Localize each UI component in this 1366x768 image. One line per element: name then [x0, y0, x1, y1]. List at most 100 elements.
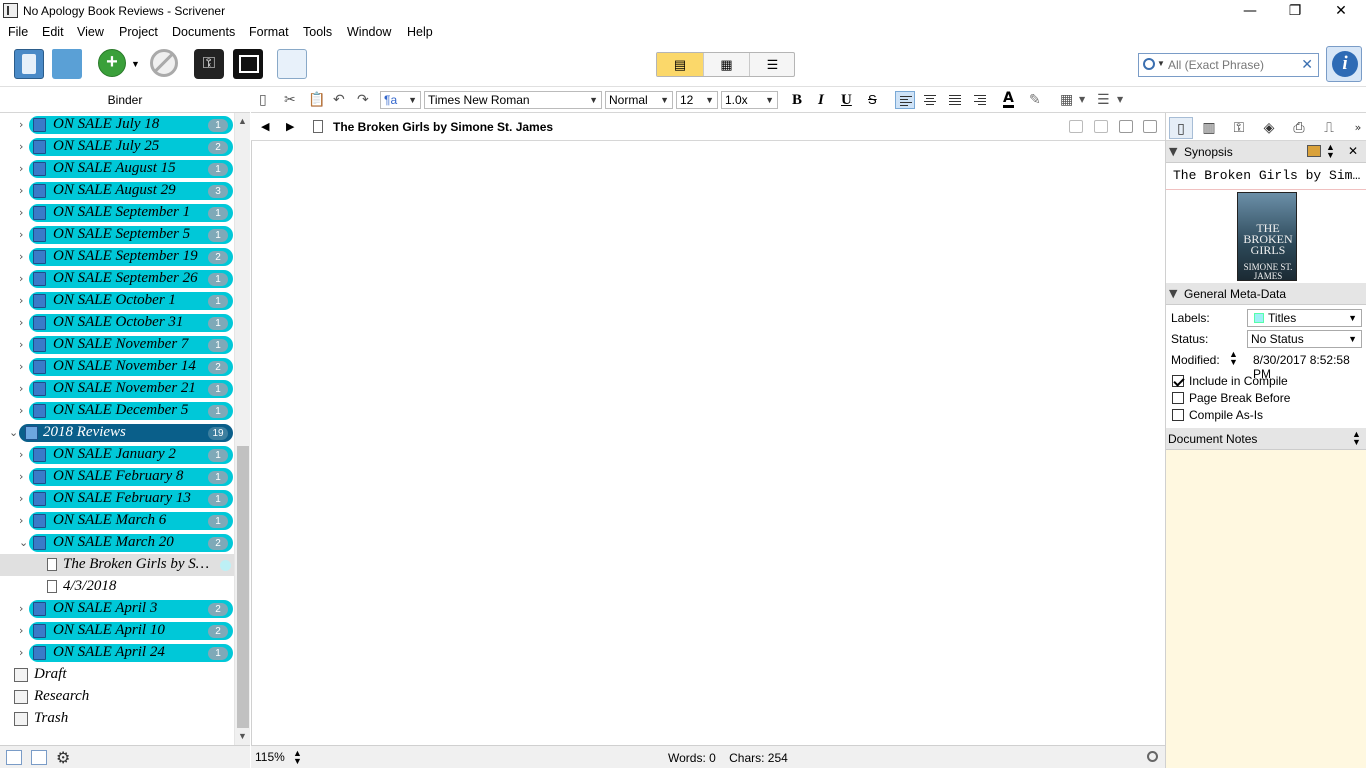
references-tab-icon[interactable]: ▥ [1197, 117, 1221, 139]
binder-folder-item[interactable]: › ON SALE April 10 2 [0, 620, 234, 642]
chevron-right-icon[interactable]: › [19, 206, 23, 219]
document-view-icon[interactable]: ▤ [657, 53, 703, 76]
menu-tools[interactable]: Tools [303, 25, 332, 39]
binder-folder-item[interactable]: › ON SALE August 29 3 [0, 180, 234, 202]
chevron-right-icon[interactable]: › [19, 294, 23, 307]
chevron-right-icon[interactable]: › [19, 470, 23, 483]
bold-button[interactable]: B [792, 91, 802, 109]
zoom-level[interactable]: 115% [255, 750, 285, 764]
scroll-thumb[interactable] [237, 446, 249, 728]
chevron-right-icon[interactable]: › [19, 624, 23, 637]
line-spacing-select[interactable]: 1.0x ▼ [721, 91, 778, 109]
more-tabs-icon[interactable]: » [1346, 117, 1366, 139]
binder-document[interactable]: 4/3/2018 [0, 576, 234, 598]
gear-icon[interactable]: ⚙ [56, 748, 70, 767]
chevron-right-icon[interactable]: › [19, 360, 23, 373]
synopsis-stepper-icon[interactable]: ▲ ▼ [1326, 143, 1335, 160]
binder-folder-item[interactable]: › ON SALE September 19 2 [0, 246, 234, 268]
binder-folder-item[interactable]: › ON SALE September 26 1 [0, 268, 234, 290]
snapshots-tab-icon[interactable]: ⎙ [1287, 117, 1311, 139]
corkboard-view-icon[interactable]: ▦ [703, 53, 749, 76]
notes-stepper-icon[interactable]: ▲ ▼ [1352, 430, 1361, 447]
status-select[interactable]: No Status ▼ [1247, 330, 1362, 348]
paste-icon[interactable]: 📋 [308, 91, 325, 109]
image-toggle-icon[interactable] [1307, 145, 1321, 157]
binder-folder-item[interactable]: › ON SALE July 18 1 [0, 114, 234, 136]
chevron-right-icon[interactable]: › [19, 492, 23, 505]
binder-root-trash[interactable]: Trash [0, 708, 234, 730]
include-in-compile-checkbox[interactable]: Include in Compile [1172, 374, 1288, 388]
clear-search-icon[interactable]: ✕ [1301, 56, 1313, 73]
modified-stepper-icon[interactable]: ▲ ▼ [1229, 350, 1238, 367]
collapse-triangle-icon[interactable]: ▼ [1169, 145, 1177, 158]
chevron-right-icon[interactable]: › [19, 316, 23, 329]
binder-folder-item[interactable]: › ON SALE September 11 [0, 202, 234, 224]
align-justify-icon[interactable] [945, 91, 965, 109]
text-editor[interactable] [251, 141, 1165, 745]
search-input[interactable] [1168, 56, 1300, 74]
outline-view-icon[interactable]: ☰ [749, 53, 795, 76]
binder-folder-item[interactable]: › ON SALE December 51 [0, 400, 234, 422]
undo-icon[interactable]: ↶ [333, 91, 345, 109]
binder-folder-item[interactable]: › ON SALE March 61 [0, 510, 234, 532]
chevron-right-icon[interactable]: › [19, 338, 23, 351]
table-dropdown-icon[interactable]: ▼ [1079, 91, 1085, 109]
new-doc-icon[interactable]: ▯ [259, 91, 267, 109]
underline-button[interactable]: U [841, 91, 852, 109]
italic-button[interactable]: I [818, 91, 824, 109]
chevron-right-icon[interactable]: › [19, 404, 23, 417]
document-notes-area[interactable] [1166, 450, 1366, 768]
chevron-right-icon[interactable]: › [19, 382, 23, 395]
add-document-icon[interactable]: + [98, 49, 126, 77]
binder-root-research[interactable]: Research [0, 686, 234, 708]
menu-window[interactable]: Window [347, 25, 391, 39]
binder-folder-item[interactable]: › ON SALE January 21 [0, 444, 234, 466]
collapse-triangle-icon[interactable]: ▼ [1169, 287, 1177, 300]
menu-documents[interactable]: Documents [172, 25, 235, 39]
binder-root-draft[interactable]: Draft [0, 664, 234, 686]
labels-select[interactable]: Titles ▼ [1247, 309, 1362, 327]
chevron-right-icon[interactable]: › [19, 140, 23, 153]
chevron-down-icon[interactable]: ⌄ [9, 426, 18, 439]
list-dropdown-icon[interactable]: ▼ [1117, 91, 1123, 109]
inspector-info-icon[interactable] [1326, 46, 1362, 82]
binder-folder-item[interactable]: › ON SALE July 25 2 [0, 136, 234, 158]
chevron-right-icon[interactable]: › [19, 228, 23, 241]
back-arrow-icon[interactable]: ◀ [261, 120, 269, 133]
zoom-stepper-icon[interactable]: ▲ ▼ [293, 749, 302, 766]
chevron-right-icon[interactable]: › [19, 602, 23, 615]
font-style-select[interactable]: Normal ▼ [605, 91, 673, 109]
align-right-icon[interactable] [970, 91, 990, 109]
menu-format[interactable]: Format [249, 25, 289, 39]
table-icon[interactable]: ▦ [1060, 91, 1073, 109]
text-color-icon[interactable]: A [1003, 91, 1014, 108]
binder-folder-item[interactable]: › ON SALE November 71 [0, 334, 234, 356]
document-notes-header[interactable]: Document Notes ▲ ▼ [1166, 428, 1366, 450]
highlight-icon[interactable]: ✎ [1029, 91, 1041, 109]
split-vertical-icon[interactable] [1119, 120, 1133, 133]
binder-folder-item[interactable]: › ON SALE April 32 [0, 598, 234, 620]
binder-folder-item[interactable]: › ON SALE October 11 [0, 290, 234, 312]
notes-tab-icon[interactable]: ▯ [1169, 117, 1193, 139]
chevron-right-icon[interactable]: › [19, 646, 23, 659]
binder-folder-item[interactable]: › ON SALE November 21 1 [0, 378, 234, 400]
font-family-select[interactable]: Times New Roman ▼ [424, 91, 602, 109]
compile-icon[interactable] [277, 49, 307, 79]
keywords-tab-icon[interactable]: ⚿ [1227, 117, 1251, 139]
chevron-right-icon[interactable]: › [19, 448, 23, 461]
next-doc-icon[interactable] [1094, 120, 1108, 133]
binder-folder-item[interactable]: › ON SALE August 15 1 [0, 158, 234, 180]
close-icon[interactable]: ✕ [1348, 144, 1358, 158]
keywords-key-icon[interactable]: ⚿ [194, 49, 224, 79]
add-document-icon[interactable] [6, 750, 22, 765]
binder-scrollbar[interactable]: ▲ ▼ [234, 113, 250, 745]
binder-folder-item[interactable]: › ON SALE November 14 2 [0, 356, 234, 378]
binder-group-2018-reviews[interactable]: ⌄ 2018 Reviews 19 [0, 422, 234, 444]
chevron-right-icon[interactable]: › [19, 118, 23, 131]
binder-folder-item[interactable]: › ON SALE October 31 1 [0, 312, 234, 334]
cut-icon[interactable]: ✂ [284, 91, 296, 109]
metadata-section-header[interactable]: ▼ General Meta-Data [1166, 283, 1366, 305]
menu-edit[interactable]: Edit [42, 25, 64, 39]
synopsis-text[interactable]: The Broken Girls by Simone St. James [1173, 168, 1363, 183]
chevron-right-icon[interactable]: › [19, 272, 23, 285]
